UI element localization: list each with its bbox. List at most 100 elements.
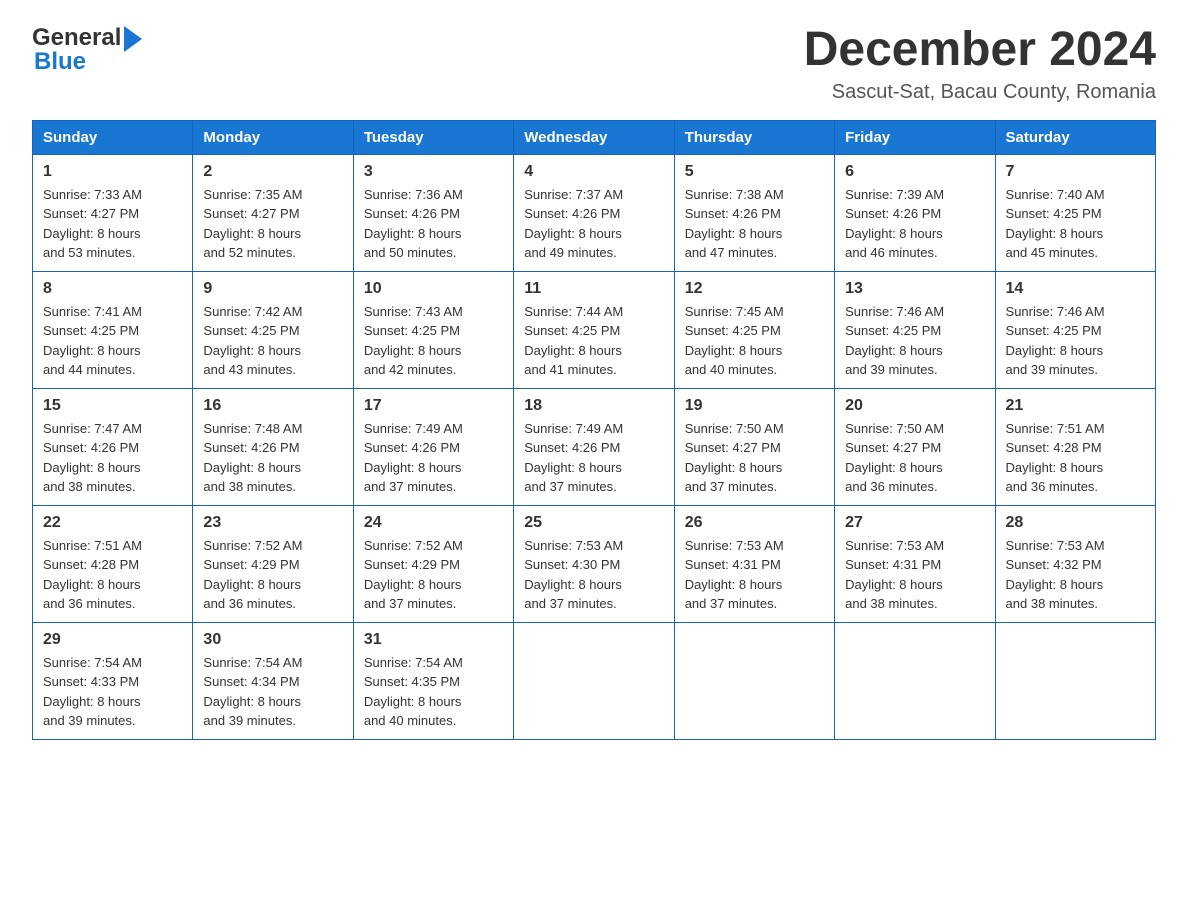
table-row: 14 Sunrise: 7:46 AMSunset: 4:25 PMDaylig…	[995, 271, 1155, 388]
calendar-table: Sunday Monday Tuesday Wednesday Thursday…	[32, 120, 1156, 740]
day-info: Sunrise: 7:53 AMSunset: 4:32 PMDaylight:…	[1006, 538, 1105, 612]
table-row	[995, 622, 1155, 739]
day-number: 21	[1006, 397, 1145, 415]
day-info: Sunrise: 7:50 AMSunset: 4:27 PMDaylight:…	[845, 421, 944, 495]
day-info: Sunrise: 7:41 AMSunset: 4:25 PMDaylight:…	[43, 304, 142, 378]
logo-arrow-icon	[124, 26, 142, 52]
day-number: 31	[364, 631, 503, 649]
day-number: 5	[685, 163, 824, 181]
day-number: 16	[203, 397, 342, 415]
day-number: 19	[685, 397, 824, 415]
day-info: Sunrise: 7:36 AMSunset: 4:26 PMDaylight:…	[364, 187, 463, 261]
day-info: Sunrise: 7:45 AMSunset: 4:25 PMDaylight:…	[685, 304, 784, 378]
table-row: 5 Sunrise: 7:38 AMSunset: 4:26 PMDayligh…	[674, 154, 834, 271]
day-number: 28	[1006, 514, 1145, 532]
table-row: 17 Sunrise: 7:49 AMSunset: 4:26 PMDaylig…	[353, 388, 513, 505]
table-row	[674, 622, 834, 739]
day-number: 30	[203, 631, 342, 649]
day-info: Sunrise: 7:50 AMSunset: 4:27 PMDaylight:…	[685, 421, 784, 495]
table-row: 31 Sunrise: 7:54 AMSunset: 4:35 PMDaylig…	[353, 622, 513, 739]
table-row: 15 Sunrise: 7:47 AMSunset: 4:26 PMDaylig…	[33, 388, 193, 505]
header-row: Sunday Monday Tuesday Wednesday Thursday…	[33, 120, 1156, 154]
title-section: December 2024 Sascut-Sat, Bacau County, …	[804, 24, 1156, 104]
table-row: 16 Sunrise: 7:48 AMSunset: 4:26 PMDaylig…	[193, 388, 353, 505]
day-number: 12	[685, 280, 824, 298]
table-row: 22 Sunrise: 7:51 AMSunset: 4:28 PMDaylig…	[33, 505, 193, 622]
week-row-4: 22 Sunrise: 7:51 AMSunset: 4:28 PMDaylig…	[33, 505, 1156, 622]
table-row: 11 Sunrise: 7:44 AMSunset: 4:25 PMDaylig…	[514, 271, 674, 388]
day-number: 14	[1006, 280, 1145, 298]
week-row-3: 15 Sunrise: 7:47 AMSunset: 4:26 PMDaylig…	[33, 388, 1156, 505]
table-row: 7 Sunrise: 7:40 AMSunset: 4:25 PMDayligh…	[995, 154, 1155, 271]
day-info: Sunrise: 7:49 AMSunset: 4:26 PMDaylight:…	[524, 421, 623, 495]
table-row: 25 Sunrise: 7:53 AMSunset: 4:30 PMDaylig…	[514, 505, 674, 622]
day-number: 29	[43, 631, 182, 649]
day-number: 2	[203, 163, 342, 181]
col-saturday: Saturday	[995, 120, 1155, 154]
table-row: 6 Sunrise: 7:39 AMSunset: 4:26 PMDayligh…	[835, 154, 995, 271]
table-row: 23 Sunrise: 7:52 AMSunset: 4:29 PMDaylig…	[193, 505, 353, 622]
day-info: Sunrise: 7:35 AMSunset: 4:27 PMDaylight:…	[203, 187, 302, 261]
col-sunday: Sunday	[33, 120, 193, 154]
location-subtitle: Sascut-Sat, Bacau County, Romania	[804, 81, 1156, 104]
day-number: 17	[364, 397, 503, 415]
day-info: Sunrise: 7:39 AMSunset: 4:26 PMDaylight:…	[845, 187, 944, 261]
day-number: 3	[364, 163, 503, 181]
table-row: 12 Sunrise: 7:45 AMSunset: 4:25 PMDaylig…	[674, 271, 834, 388]
logo: General Blue	[32, 24, 142, 76]
day-info: Sunrise: 7:54 AMSunset: 4:33 PMDaylight:…	[43, 655, 142, 729]
table-row: 1 Sunrise: 7:33 AMSunset: 4:27 PMDayligh…	[33, 154, 193, 271]
day-number: 4	[524, 163, 663, 181]
day-number: 22	[43, 514, 182, 532]
day-info: Sunrise: 7:51 AMSunset: 4:28 PMDaylight:…	[43, 538, 142, 612]
day-info: Sunrise: 7:48 AMSunset: 4:26 PMDaylight:…	[203, 421, 302, 495]
table-row: 10 Sunrise: 7:43 AMSunset: 4:25 PMDaylig…	[353, 271, 513, 388]
day-info: Sunrise: 7:52 AMSunset: 4:29 PMDaylight:…	[203, 538, 302, 612]
col-tuesday: Tuesday	[353, 120, 513, 154]
table-row: 2 Sunrise: 7:35 AMSunset: 4:27 PMDayligh…	[193, 154, 353, 271]
calendar-header: Sunday Monday Tuesday Wednesday Thursday…	[33, 120, 1156, 154]
week-row-2: 8 Sunrise: 7:41 AMSunset: 4:25 PMDayligh…	[33, 271, 1156, 388]
day-info: Sunrise: 7:52 AMSunset: 4:29 PMDaylight:…	[364, 538, 463, 612]
table-row: 21 Sunrise: 7:51 AMSunset: 4:28 PMDaylig…	[995, 388, 1155, 505]
col-thursday: Thursday	[674, 120, 834, 154]
day-number: 10	[364, 280, 503, 298]
day-number: 11	[524, 280, 663, 298]
day-info: Sunrise: 7:40 AMSunset: 4:25 PMDaylight:…	[1006, 187, 1105, 261]
table-row: 9 Sunrise: 7:42 AMSunset: 4:25 PMDayligh…	[193, 271, 353, 388]
table-row: 29 Sunrise: 7:54 AMSunset: 4:33 PMDaylig…	[33, 622, 193, 739]
day-info: Sunrise: 7:51 AMSunset: 4:28 PMDaylight:…	[1006, 421, 1105, 495]
week-row-5: 29 Sunrise: 7:54 AMSunset: 4:33 PMDaylig…	[33, 622, 1156, 739]
table-row: 4 Sunrise: 7:37 AMSunset: 4:26 PMDayligh…	[514, 154, 674, 271]
col-monday: Monday	[193, 120, 353, 154]
day-info: Sunrise: 7:43 AMSunset: 4:25 PMDaylight:…	[364, 304, 463, 378]
table-row	[835, 622, 995, 739]
day-number: 25	[524, 514, 663, 532]
day-info: Sunrise: 7:47 AMSunset: 4:26 PMDaylight:…	[43, 421, 142, 495]
table-row: 30 Sunrise: 7:54 AMSunset: 4:34 PMDaylig…	[193, 622, 353, 739]
page-header: General Blue December 2024 Sascut-Sat, B…	[32, 24, 1156, 104]
day-number: 8	[43, 280, 182, 298]
calendar-body: 1 Sunrise: 7:33 AMSunset: 4:27 PMDayligh…	[33, 154, 1156, 739]
day-number: 23	[203, 514, 342, 532]
table-row: 8 Sunrise: 7:41 AMSunset: 4:25 PMDayligh…	[33, 271, 193, 388]
day-number: 15	[43, 397, 182, 415]
day-info: Sunrise: 7:44 AMSunset: 4:25 PMDaylight:…	[524, 304, 623, 378]
day-number: 24	[364, 514, 503, 532]
day-info: Sunrise: 7:54 AMSunset: 4:34 PMDaylight:…	[203, 655, 302, 729]
col-friday: Friday	[835, 120, 995, 154]
day-number: 27	[845, 514, 984, 532]
table-row: 13 Sunrise: 7:46 AMSunset: 4:25 PMDaylig…	[835, 271, 995, 388]
table-row	[514, 622, 674, 739]
logo-text-blue: Blue	[32, 48, 86, 76]
day-number: 9	[203, 280, 342, 298]
day-info: Sunrise: 7:53 AMSunset: 4:31 PMDaylight:…	[845, 538, 944, 612]
day-info: Sunrise: 7:54 AMSunset: 4:35 PMDaylight:…	[364, 655, 463, 729]
day-info: Sunrise: 7:46 AMSunset: 4:25 PMDaylight:…	[1006, 304, 1105, 378]
table-row: 19 Sunrise: 7:50 AMSunset: 4:27 PMDaylig…	[674, 388, 834, 505]
day-info: Sunrise: 7:53 AMSunset: 4:30 PMDaylight:…	[524, 538, 623, 612]
table-row: 20 Sunrise: 7:50 AMSunset: 4:27 PMDaylig…	[835, 388, 995, 505]
day-info: Sunrise: 7:49 AMSunset: 4:26 PMDaylight:…	[364, 421, 463, 495]
table-row: 28 Sunrise: 7:53 AMSunset: 4:32 PMDaylig…	[995, 505, 1155, 622]
table-row: 3 Sunrise: 7:36 AMSunset: 4:26 PMDayligh…	[353, 154, 513, 271]
